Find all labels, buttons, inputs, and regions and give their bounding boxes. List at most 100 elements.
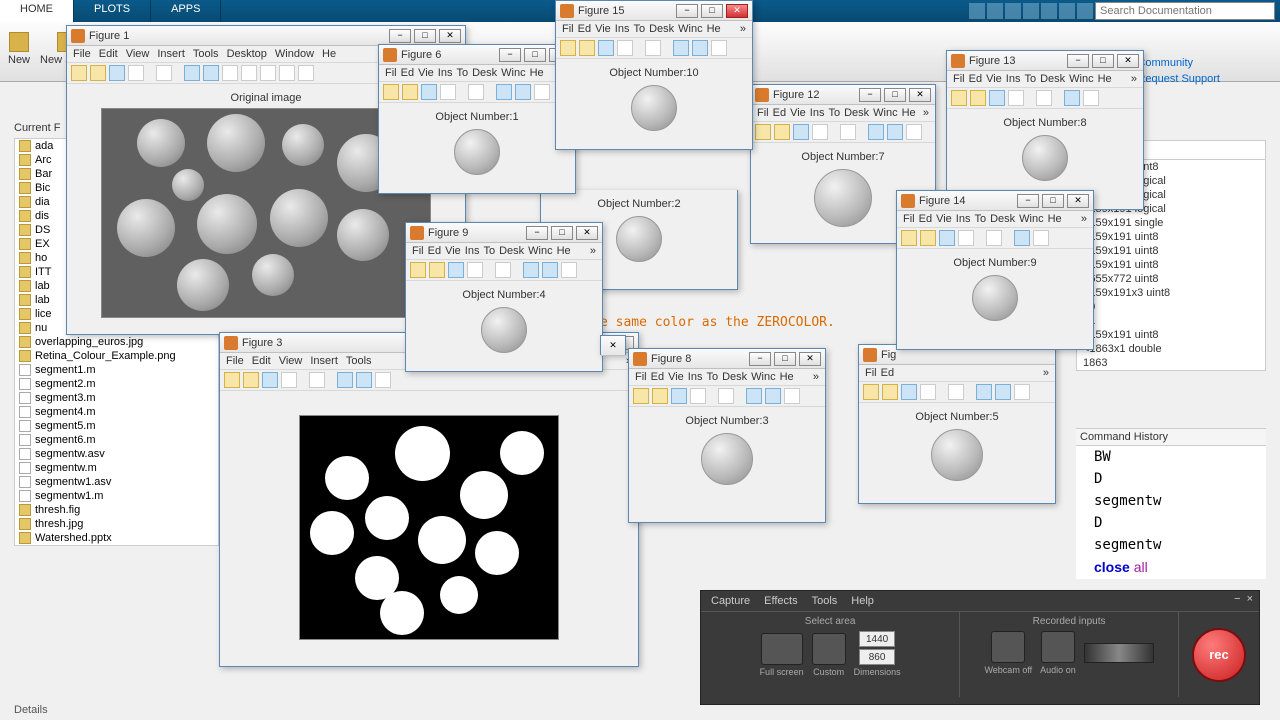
menu-capture[interactable]: Capture [711, 595, 750, 607]
brush-icon[interactable] [1014, 384, 1030, 400]
menu-item[interactable]: Ed [401, 67, 414, 79]
zoom-in-icon[interactable] [673, 40, 689, 56]
menu-item[interactable]: To [828, 107, 840, 119]
maximize-button[interactable]: □ [884, 88, 906, 102]
menu-item[interactable]: Desk [990, 213, 1015, 225]
print-icon[interactable] [812, 124, 828, 140]
open-icon[interactable] [882, 384, 898, 400]
pointer-icon[interactable] [840, 124, 856, 140]
file-row[interactable]: overlapping_euros.jpg [15, 335, 218, 349]
height-input[interactable] [859, 649, 895, 665]
datacursor-icon[interactable] [260, 65, 276, 81]
workspace-row[interactable]: <655x772 uint8 [1077, 272, 1265, 286]
figure-6-window[interactable]: Figure 6 −□✕ FilEdVieInsToDeskWincHe» Ob… [378, 44, 576, 194]
workspace-row[interactable]: <159x191 single [1077, 216, 1265, 230]
open-icon[interactable] [652, 388, 668, 404]
menu-more-icon[interactable]: » [1131, 73, 1137, 85]
menu-item[interactable]: He [557, 245, 571, 257]
open-icon[interactable] [402, 84, 418, 100]
menu-item[interactable]: Winc [751, 371, 775, 383]
fullscreen-button[interactable]: Full screen [760, 633, 804, 677]
community-link[interactable]: Community [1137, 57, 1220, 69]
figure-toolbar[interactable] [629, 386, 825, 407]
rotate-icon[interactable] [241, 65, 257, 81]
menu-item[interactable]: Ed [428, 245, 441, 257]
ribbon-icon[interactable] [1041, 3, 1057, 19]
menu-item[interactable]: He [902, 107, 916, 119]
menu-item[interactable]: File [73, 48, 91, 60]
width-input[interactable] [859, 631, 895, 647]
menu-item[interactable]: He [1098, 73, 1112, 85]
open-icon[interactable] [579, 40, 595, 56]
menu-item[interactable]: Ed [969, 73, 982, 85]
zoom-out-icon[interactable] [995, 384, 1011, 400]
file-row[interactable]: segmentw1.m [15, 489, 218, 503]
new-icon[interactable] [951, 90, 967, 106]
support-link[interactable]: Request Support [1137, 73, 1220, 85]
file-row[interactable]: thresh.jpg [15, 517, 218, 531]
figure-peek[interactable]: ✕ [600, 335, 626, 355]
brush-icon[interactable] [534, 84, 550, 100]
brush-icon[interactable] [711, 40, 727, 56]
figure-menubar[interactable]: FilEdVieInsToDeskWincHe» [629, 369, 825, 386]
figure-toolbar[interactable] [379, 82, 575, 103]
webcam-button[interactable]: Webcam off [984, 631, 1032, 675]
menu-item[interactable]: To [633, 23, 645, 35]
print-icon[interactable] [958, 230, 974, 246]
menu-item[interactable]: Ins [465, 245, 480, 257]
zoom-in-icon[interactable] [746, 388, 762, 404]
menu-item[interactable]: Desk [649, 23, 674, 35]
maximize-button[interactable]: □ [524, 48, 546, 62]
menu-item[interactable]: Winc [501, 67, 525, 79]
save-icon[interactable] [939, 230, 955, 246]
figure-toolbar[interactable] [220, 370, 638, 391]
minimize-button[interactable]: − [499, 48, 521, 62]
menu-item[interactable]: Ins [810, 107, 825, 119]
menu-item[interactable]: Desk [1040, 73, 1065, 85]
pointer-icon[interactable] [948, 384, 964, 400]
open-icon[interactable] [970, 90, 986, 106]
menu-item[interactable]: To [1024, 73, 1036, 85]
pointer-icon[interactable] [645, 40, 661, 56]
menu-item[interactable]: Ed [773, 107, 786, 119]
zoom-out-icon[interactable] [542, 262, 558, 278]
history-entry[interactable]: segmentw [1076, 534, 1266, 556]
close-button[interactable]: ✕ [799, 352, 821, 366]
custom-button[interactable]: Custom [812, 633, 846, 677]
menu-item[interactable]: Fil [865, 367, 877, 379]
workspace-row[interactable]: <159x191 uint8 [1077, 244, 1265, 258]
menu-more-icon[interactable]: » [1043, 367, 1049, 379]
menu-item[interactable]: Winc [1019, 213, 1043, 225]
menu-more-icon[interactable]: » [813, 371, 819, 383]
workspace-row[interactable]: <159x191 uint8 [1077, 258, 1265, 272]
new-icon[interactable] [560, 40, 576, 56]
save-icon[interactable] [109, 65, 125, 81]
menu-item[interactable]: He [530, 67, 544, 79]
ribbon-icon[interactable] [987, 3, 1003, 19]
menu-item[interactable]: Vie [595, 23, 611, 35]
menu-item[interactable]: Tools [346, 355, 372, 367]
open-icon[interactable] [774, 124, 790, 140]
zoom-out-icon[interactable] [692, 40, 708, 56]
close-button[interactable]: ✕ [909, 88, 931, 102]
new-icon[interactable] [224, 372, 240, 388]
new-icon[interactable] [71, 65, 87, 81]
zoom-out-icon[interactable] [203, 65, 219, 81]
menu-item[interactable]: Fil [412, 245, 424, 257]
menu-item[interactable]: Window [275, 48, 314, 60]
close-button[interactable]: ✕ [726, 4, 748, 18]
menu-item[interactable]: To [456, 67, 468, 79]
print-icon[interactable] [440, 84, 456, 100]
menu-item[interactable]: Vie [936, 213, 952, 225]
figure-13-window[interactable]: Figure 13 −□✕ FilEdVieInsToDeskWincHe» O… [946, 50, 1144, 210]
pointer-icon[interactable] [1036, 90, 1052, 106]
figure-toolbar[interactable] [751, 122, 935, 143]
history-entry[interactable]: close all [1076, 556, 1266, 579]
file-row[interactable]: segmentw.asv [15, 447, 218, 461]
open-icon[interactable] [920, 230, 936, 246]
audio-button[interactable]: Audio on [1040, 631, 1076, 675]
menu-item[interactable]: He [1048, 213, 1062, 225]
ribbon-icon[interactable] [1005, 3, 1021, 19]
tab-home[interactable]: HOME [0, 0, 74, 22]
maximize-button[interactable]: □ [1042, 194, 1064, 208]
